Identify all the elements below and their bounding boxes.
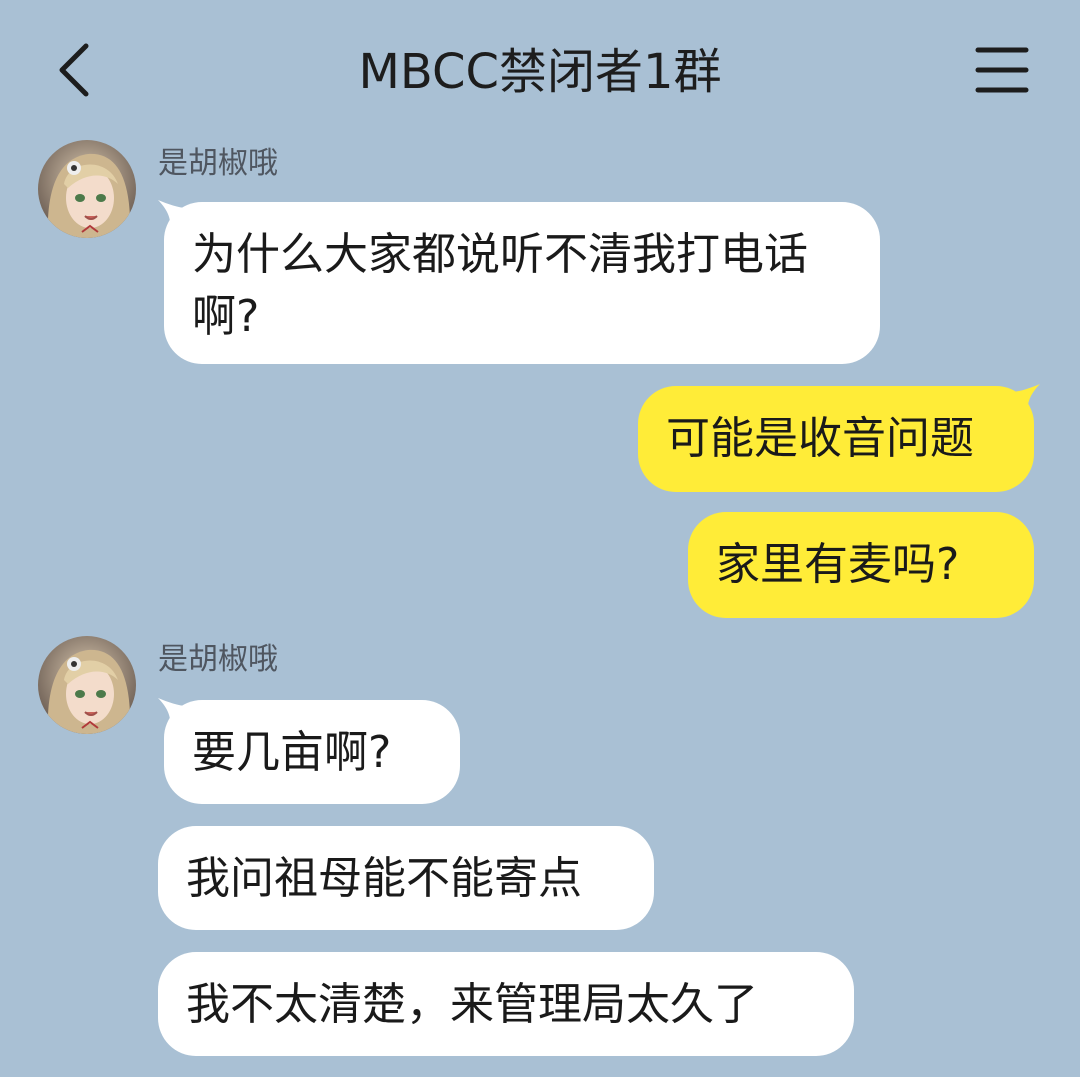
avatar-image xyxy=(38,636,136,734)
message-bubble[interactable]: 为什么大家都说听不清我打电话啊? xyxy=(164,202,880,364)
sender-name: 是胡椒哦 xyxy=(158,642,278,677)
message-bubble[interactable]: 可能是收音问题 xyxy=(638,386,1034,492)
hamburger-menu-icon xyxy=(975,47,1029,93)
message-bubble[interactable]: 我问祖母能不能寄点 xyxy=(158,826,654,930)
avatar[interactable] xyxy=(38,140,136,238)
menu-button[interactable] xyxy=(972,44,1032,96)
message-bubble[interactable]: 要几亩啊? xyxy=(164,700,460,804)
message-bubble[interactable]: 家里有麦吗? xyxy=(688,512,1034,618)
chat-title: MBCC禁闭者1群 xyxy=(358,44,722,100)
sender-name: 是胡椒哦 xyxy=(158,146,278,181)
chat-header: MBCC禁闭者1群 xyxy=(0,0,1080,140)
message-bubble[interactable]: 我不太清楚，来管理局太久了 xyxy=(158,952,854,1056)
avatar-image xyxy=(38,140,136,238)
avatar[interactable] xyxy=(38,636,136,734)
